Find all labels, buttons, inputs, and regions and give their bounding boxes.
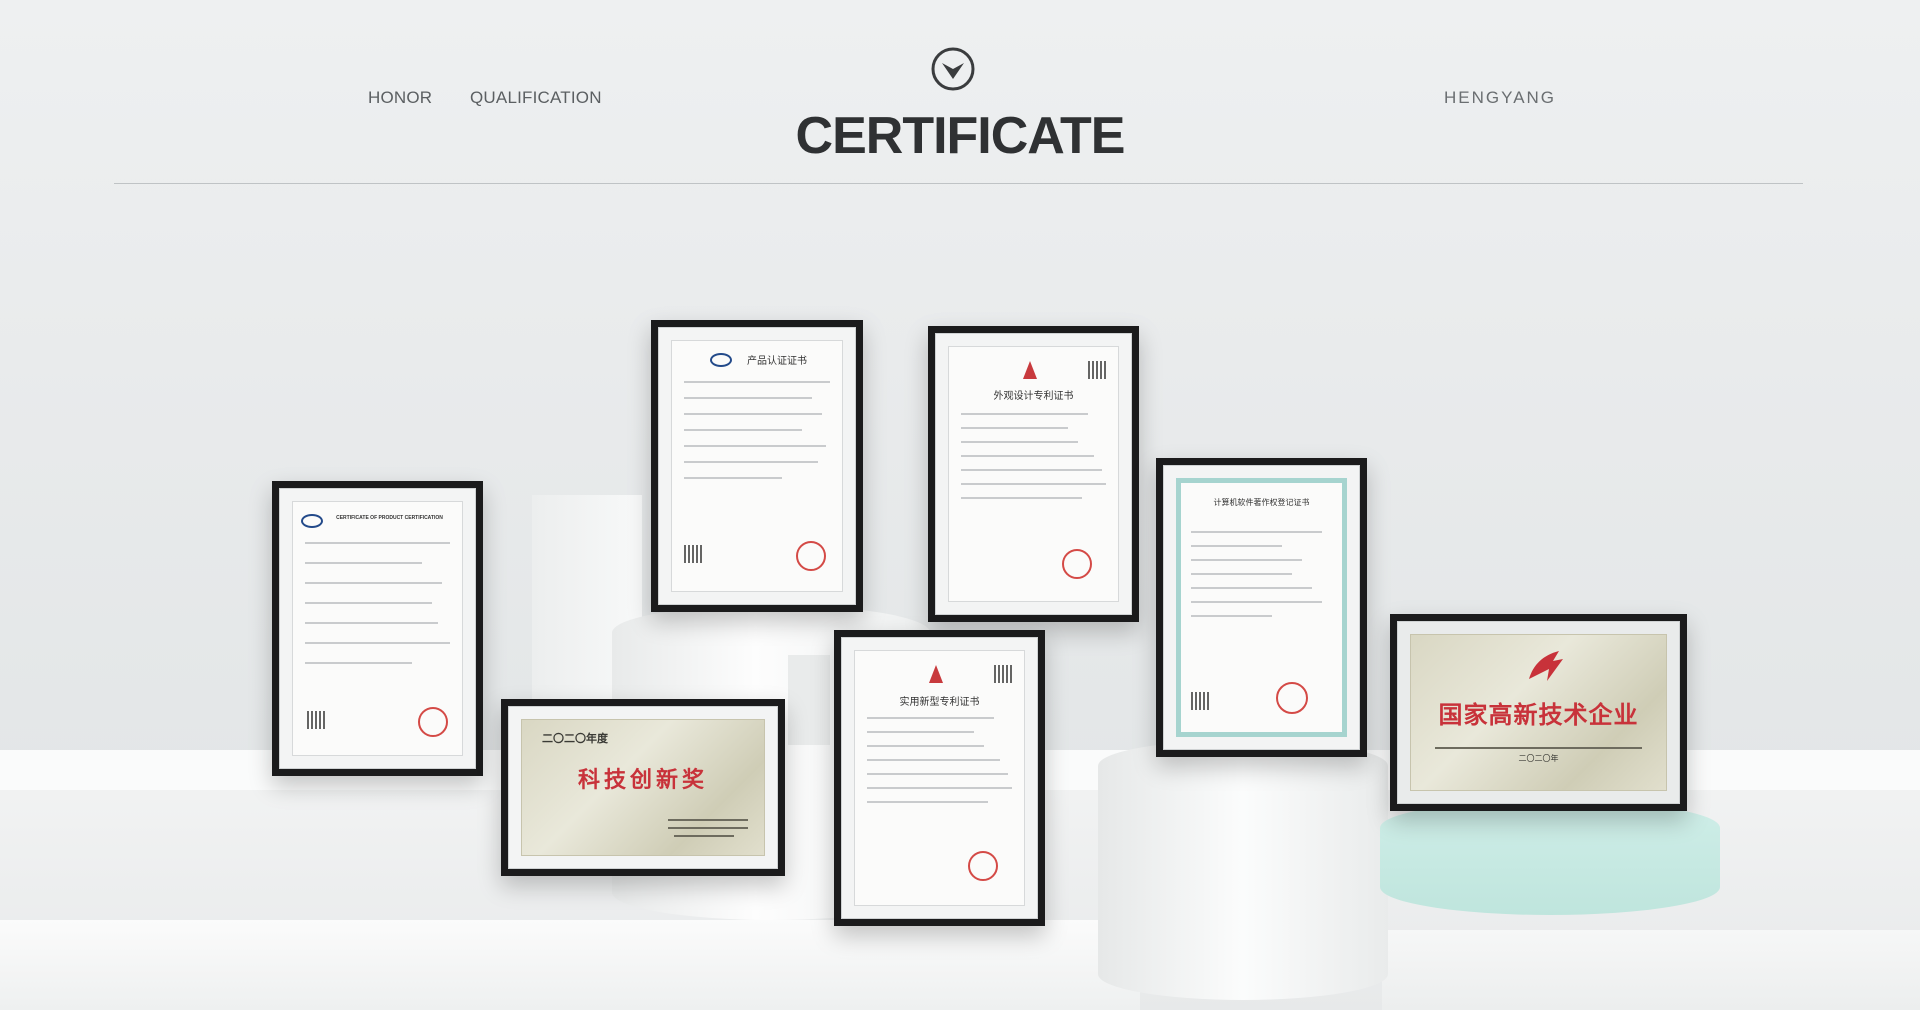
certificate-title: 计算机软件著作权登记证书 (1213, 498, 1310, 507)
certificate-document: 计算机软件著作权登记证书 (1176, 478, 1347, 737)
nav-link-honor[interactable]: HONOR (368, 88, 432, 108)
nav-link-qualification[interactable]: QUALIFICATION (470, 88, 602, 108)
patent-emblem (1023, 361, 1037, 379)
plaque-frame[interactable]: 国家高新技术企业 二〇二〇年 (1390, 614, 1687, 811)
official-seal (796, 541, 826, 571)
plaque-year: 二〇二〇年 (1518, 754, 1559, 763)
front-step (0, 920, 1140, 1010)
cylinder-right (1098, 740, 1388, 1000)
front-step-right (1382, 930, 1920, 1010)
certificate-document: 外观设计专利证书 (948, 346, 1119, 602)
brand-name: HENGYANG (1444, 88, 1557, 107)
circle-chevron-down-icon (931, 47, 975, 91)
certificate-frame[interactable]: 产品认证证书 (651, 320, 863, 612)
certificate-title: 实用新型专利证书 (899, 697, 980, 708)
certificate-frame[interactable]: 实用新型专利证书 (834, 630, 1045, 926)
official-seal (1062, 549, 1092, 579)
certificate-frame[interactable]: CERTIFICATE OF PRODUCT CERTIFICATION (272, 481, 483, 776)
header-divider (114, 183, 1803, 184)
certificate-title: 外观设计专利证书 (993, 391, 1074, 402)
certificate-document: 实用新型专利证书 (854, 650, 1025, 906)
award-certificate: 二〇二〇年度 科技创新奖 (521, 719, 765, 856)
high-tech-logo-icon (1529, 651, 1563, 681)
certificate-frame[interactable]: 外观设计专利证书 (928, 326, 1139, 622)
certificate-title: CERTIFICATE OF PRODUCT CERTIFICATION (336, 515, 443, 521)
teal-cylinder (1380, 800, 1720, 915)
award-year: 二〇二〇年度 (542, 732, 608, 745)
award-title: 科技创新奖 (577, 767, 708, 793)
official-seal (1276, 682, 1308, 714)
plaque-document: 国家高新技术企业 二〇二〇年 (1410, 634, 1667, 791)
block-center-small (788, 655, 830, 745)
official-seal (968, 851, 998, 881)
plaque-title: 国家高新技术企业 (1438, 700, 1639, 729)
patent-emblem (929, 665, 943, 683)
certificate-document: 产品认证证书 (671, 340, 843, 592)
certificate-frame[interactable]: 计算机软件著作权登记证书 (1156, 458, 1367, 757)
official-seal (418, 707, 448, 737)
certificate-document: CERTIFICATE OF PRODUCT CERTIFICATION (292, 501, 463, 756)
certificate-title: 产品认证证书 (747, 356, 807, 367)
page-title: CERTIFICATE (795, 107, 1126, 165)
award-frame[interactable]: 二〇二〇年度 科技创新奖 (501, 699, 785, 876)
